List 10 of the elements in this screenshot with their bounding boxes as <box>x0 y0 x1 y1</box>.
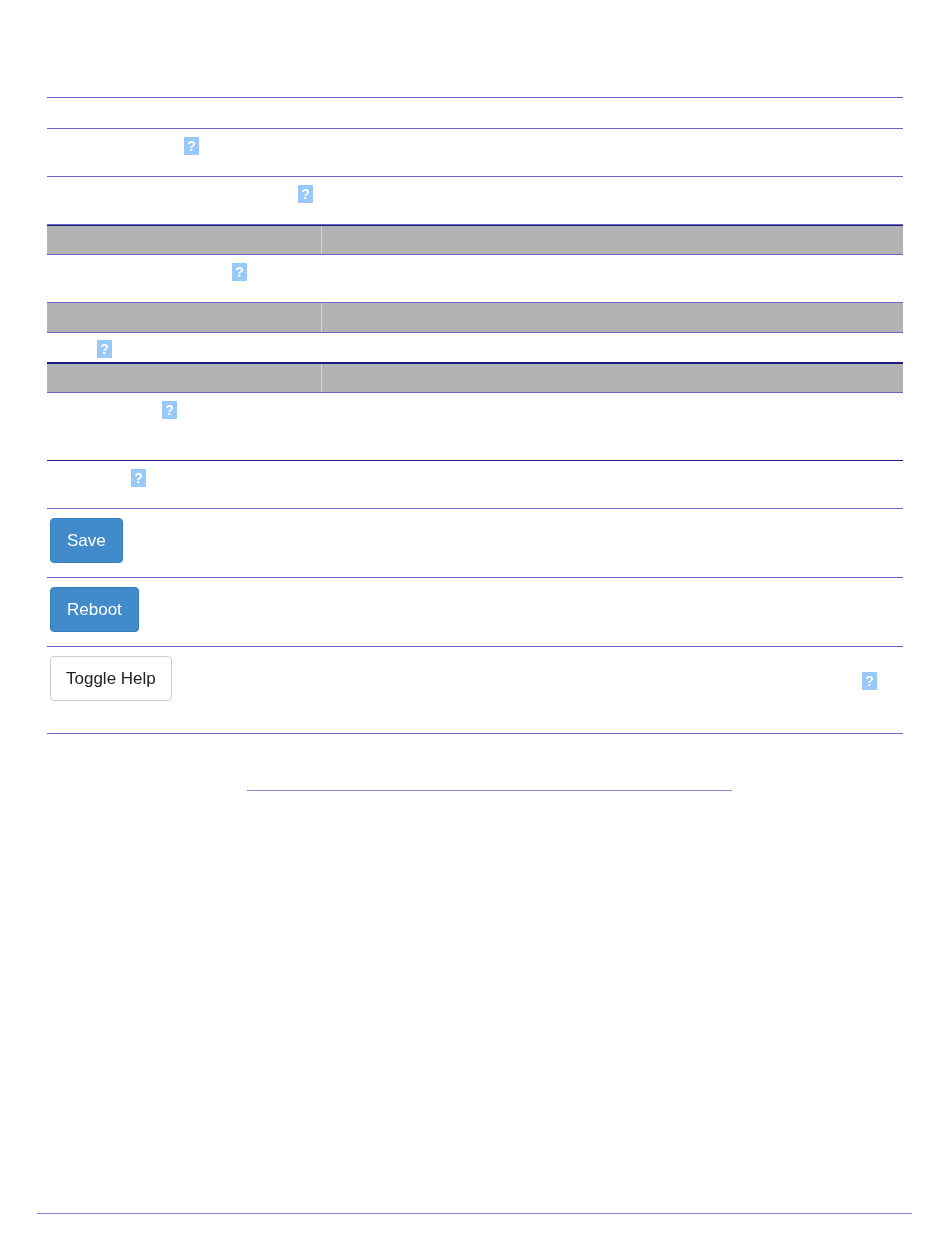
help-icon[interactable]: ? <box>97 340 112 358</box>
help-icon[interactable]: ? <box>862 672 877 690</box>
help-icon[interactable]: ? <box>184 137 199 155</box>
action-button[interactable]: Save <box>50 518 123 563</box>
help-icon[interactable]: ? <box>162 401 177 419</box>
help-icon[interactable]: ? <box>298 185 313 203</box>
help-icon[interactable]: ? <box>131 469 146 487</box>
action-button[interactable]: Toggle Help <box>50 656 172 701</box>
help-icon[interactable]: ? <box>232 263 247 281</box>
action-button[interactable]: Reboot <box>50 587 139 632</box>
